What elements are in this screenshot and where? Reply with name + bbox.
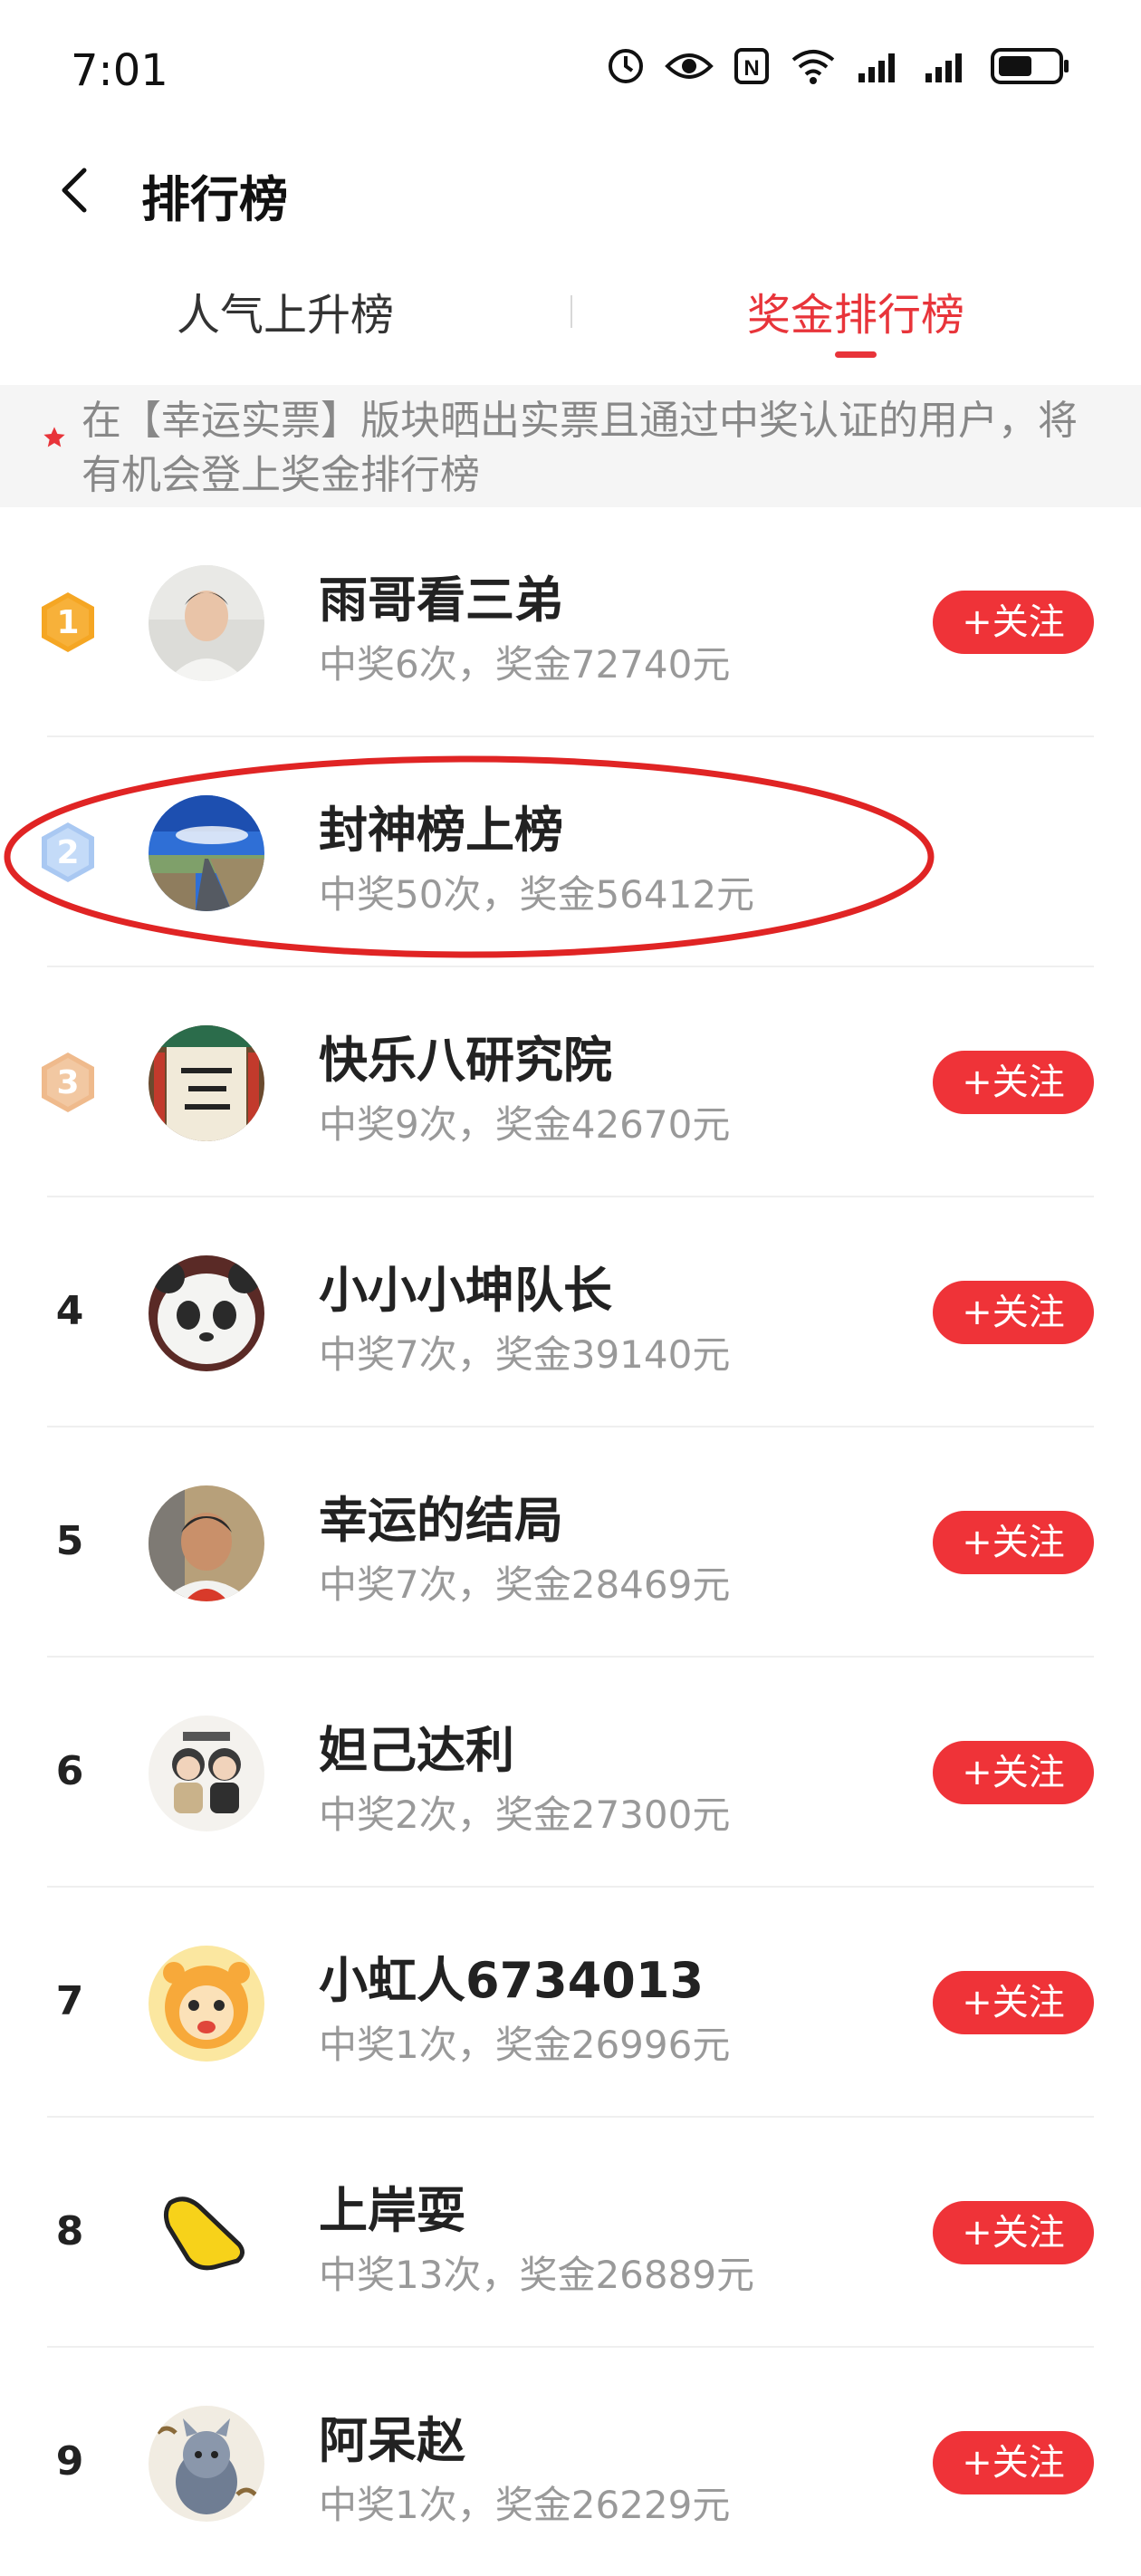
follow-button[interactable]: +关注 [933, 1971, 1094, 2034]
user-name[interactable]: 上岸耍 [319, 2170, 465, 2242]
tab-divider [570, 295, 572, 328]
user-name[interactable]: 小虹人6734013 [319, 1940, 704, 2012]
list-item[interactable]: 2 封神榜上榜 中奖50次，奖金56412元 [0, 737, 1141, 967]
user-name[interactable]: 阿呆赵 [319, 2400, 465, 2472]
avatar[interactable] [149, 1946, 264, 2062]
eye-icon [665, 53, 714, 79]
star-icon [43, 427, 65, 447]
prize-stats: 中奖1次，奖金26229元 [319, 2483, 731, 2527]
active-tab-indicator [835, 351, 877, 358]
notice-banner: 在【幸运实票】版块晒出实票且通过中奖认证的用户，将有机会登上奖金排行榜 [0, 385, 1141, 507]
rank-number: 8 [55, 2208, 84, 2254]
user-name[interactable]: 封神榜上榜 [319, 790, 563, 861]
rank-number: 6 [55, 1748, 84, 1794]
avatar[interactable] [149, 1025, 264, 1141]
chevron-left-icon [62, 168, 87, 213]
avatar[interactable] [149, 1485, 264, 1601]
status-icons: N [607, 47, 1070, 85]
list-item[interactable]: 6 妲己达利 中奖2次，奖金27300元 +关注 [0, 1658, 1141, 1888]
rank-number: 4 [55, 1288, 84, 1334]
status-time: 7:01 [71, 45, 168, 96]
rank-number: 5 [55, 1518, 84, 1564]
tab-prize-ranking[interactable]: 奖金排行榜 [679, 279, 1032, 342]
battery-icon [991, 48, 1069, 84]
wifi-icon [791, 50, 835, 84]
status-bar: 7:01 N [0, 0, 1141, 145]
follow-button[interactable]: +关注 [933, 1511, 1094, 1574]
signal-icon-2 [925, 53, 962, 82]
avatar[interactable] [149, 565, 264, 681]
avatar[interactable] [149, 2176, 264, 2292]
user-name[interactable]: 快乐八研究院 [319, 1020, 612, 1091]
alarm-icon [609, 49, 643, 83]
avatar[interactable] [149, 2406, 264, 2522]
avatar[interactable] [149, 1255, 264, 1371]
nfc-icon: N [734, 48, 769, 84]
prize-stats: 中奖9次，奖金42670元 [319, 1102, 731, 1147]
notice-text: 在【幸运实票】版块晒出实票且通过中奖认证的用户，将有机会登上奖金排行榜 [82, 398, 1078, 498]
list-item[interactable]: 1 雨哥看三弟 中奖6次，奖金72740元 +关注 [0, 507, 1141, 737]
avatar[interactable] [149, 795, 264, 911]
prize-stats: 中奖13次，奖金26889元 [319, 2253, 755, 2297]
follow-button[interactable]: +关注 [933, 2201, 1094, 2264]
silver-medal-icon: 2 [42, 822, 94, 882]
signal-icon [858, 53, 895, 82]
rank-number: 7 [55, 1978, 84, 2024]
bronze-medal-icon: 3 [42, 1053, 94, 1112]
list-item[interactable]: 7 小虹人6734013 中奖1次，奖金26996元 +关注 [0, 1888, 1141, 2118]
user-name[interactable]: 幸运的结局 [319, 1480, 563, 1552]
svg-text:2: 2 [56, 834, 79, 871]
user-name[interactable]: 雨哥看三弟 [319, 560, 563, 631]
follow-button[interactable]: +关注 [933, 1741, 1094, 1804]
list-item[interactable]: 3 快乐八研究院 中奖9次，奖金42670元 +关注 [0, 967, 1141, 1197]
follow-button[interactable]: +关注 [933, 1051, 1094, 1114]
prize-stats: 中奖6次，奖金72740元 [319, 642, 731, 687]
follow-button[interactable]: +关注 [933, 1281, 1094, 1344]
prize-stats: 中奖2次，奖金27300元 [319, 1793, 731, 1837]
prize-stats: 中奖7次，奖金39140元 [319, 1332, 731, 1377]
gold-medal-icon: 1 [42, 592, 94, 652]
svg-text:3: 3 [56, 1064, 79, 1101]
user-name[interactable]: 小小小坤队长 [319, 1250, 612, 1322]
back-button[interactable] [45, 154, 103, 226]
list-item[interactable]: 5 幸运的结局 中奖7次，奖金28469元 +关注 [0, 1427, 1141, 1658]
prize-stats: 中奖7次，奖金28469元 [319, 1562, 731, 1607]
page-title: 排行榜 [141, 171, 288, 228]
list-item[interactable]: 8 上岸耍 中奖13次，奖金26889元 +关注 [0, 2118, 1141, 2348]
follow-button[interactable]: +关注 [933, 591, 1094, 654]
avatar[interactable] [149, 1716, 264, 1831]
tab-bar: 人气上升榜 奖金排行榜 [0, 263, 1141, 362]
prize-stats: 中奖1次，奖金26996元 [319, 2023, 731, 2067]
rank-number: 9 [55, 2438, 84, 2485]
list-item[interactable]: 4 小小小坤队长 中奖7次，奖金39140元 +关注 [0, 1197, 1141, 1427]
follow-button[interactable]: +关注 [933, 2431, 1094, 2494]
list-item[interactable]: 9 阿呆赵 中奖1次，奖金26229元 +关注 [0, 2348, 1141, 2576]
prize-stats: 中奖50次，奖金56412元 [319, 872, 755, 917]
svg-text:1: 1 [56, 604, 79, 641]
tab-popularity-rising[interactable]: 人气上升榜 [109, 279, 462, 342]
user-name[interactable]: 妲己达利 [319, 1710, 514, 1782]
svg-text:N: N [743, 56, 759, 81]
